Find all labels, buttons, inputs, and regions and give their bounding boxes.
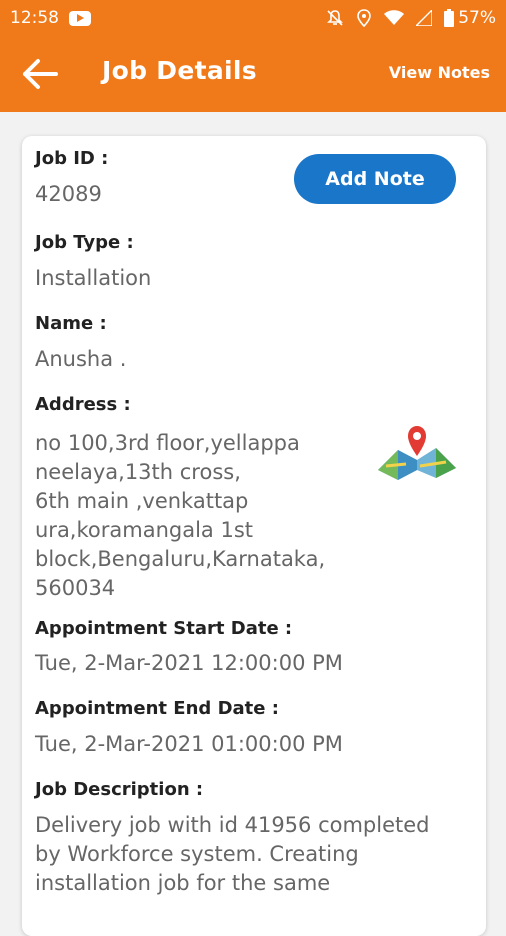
- address-line: block,Bengaluru,Karnataka,: [35, 547, 326, 571]
- description-label: Job Description :: [35, 779, 204, 800]
- name-value: Anusha .: [35, 347, 127, 371]
- address-line: neelaya,13th cross,: [35, 460, 241, 484]
- map-pin-icon[interactable]: [376, 426, 458, 482]
- add-note-button[interactable]: Add Note: [294, 154, 456, 204]
- description-value: Delivery job with id 41956 completed by …: [35, 811, 430, 898]
- end-date-label: Appointment End Date :: [35, 698, 279, 719]
- location-icon: [357, 9, 372, 27]
- description-line: Delivery job with id 41956 completed: [35, 813, 430, 837]
- status-bar: 12:58 57%: [0, 0, 506, 36]
- address-value: no 100,3rd floor,yellappa neelaya,13th c…: [35, 429, 325, 603]
- youtube-icon: [69, 10, 91, 26]
- start-date-value: Tue, 2-Mar-2021 12:00:00 PM: [35, 651, 343, 675]
- mute-icon: [327, 10, 344, 26]
- job-type-value: Installation: [35, 266, 152, 290]
- wifi-icon: [384, 10, 405, 25]
- battery-icon: [444, 9, 455, 27]
- job-id-value: 42089: [35, 182, 102, 206]
- signal-icon: [416, 10, 433, 26]
- description-line: by Workforce system. Creating: [35, 842, 359, 866]
- app-bar: Job Details View Notes: [0, 36, 506, 112]
- address-line: no 100,3rd floor,yellappa: [35, 431, 300, 455]
- status-time: 12:58: [10, 8, 59, 28]
- start-date-label: Appointment Start Date :: [35, 618, 293, 639]
- page-title: Job Details: [102, 56, 257, 85]
- address-line: 560034: [35, 576, 116, 600]
- arrow-left-icon[interactable]: [22, 58, 58, 90]
- name-label: Name :: [35, 313, 107, 334]
- end-date-value: Tue, 2-Mar-2021 01:00:00 PM: [35, 732, 343, 756]
- job-type-label: Job Type :: [35, 232, 134, 253]
- job-id-label: Job ID :: [35, 148, 109, 169]
- address-line: 6th main ,venkattap: [35, 489, 249, 513]
- view-notes-button[interactable]: View Notes: [389, 63, 490, 82]
- address-line: ura,koramangala 1st: [35, 518, 253, 542]
- battery-percent: 57%: [458, 8, 496, 28]
- address-label: Address :: [35, 394, 131, 415]
- job-details-card: Add Note Job ID : 42089 Job Type : Insta…: [22, 136, 486, 936]
- description-line: installation job for the same: [35, 871, 331, 895]
